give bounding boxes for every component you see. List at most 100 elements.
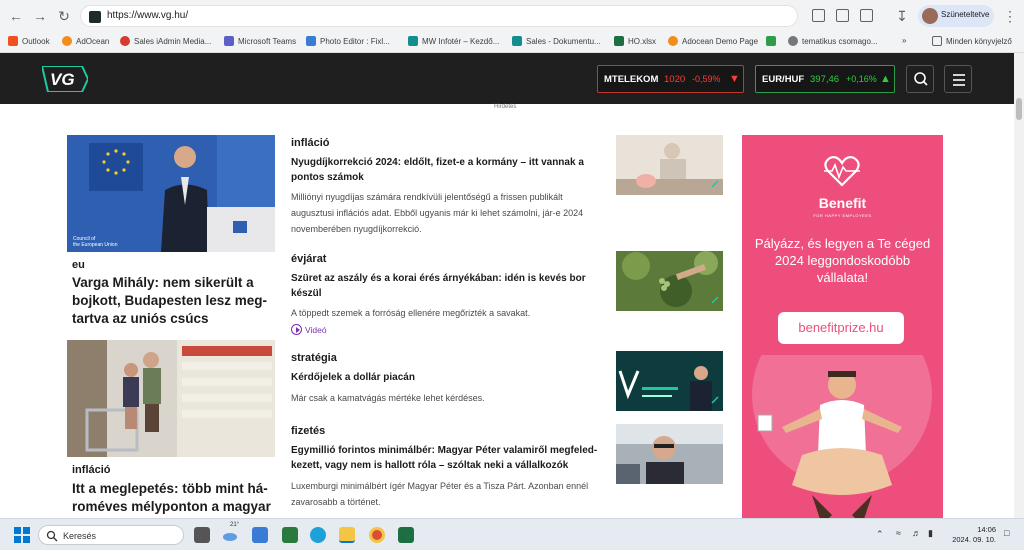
bookmark-item[interactable]: Sales iAdmin Media... bbox=[120, 36, 211, 46]
article-category[interactable]: fizetés bbox=[291, 425, 325, 437]
avatar bbox=[922, 8, 938, 24]
heart-logo-icon bbox=[824, 156, 860, 187]
excel-icon[interactable] bbox=[398, 527, 414, 543]
hamburger-icon bbox=[953, 74, 965, 86]
ticker-value: 397,46 bbox=[810, 74, 840, 85]
article-category[interactable]: eu bbox=[72, 259, 85, 271]
file-explorer-icon[interactable] bbox=[339, 527, 355, 543]
download-icon[interactable]: ↧ bbox=[894, 8, 910, 24]
search-button[interactable] bbox=[906, 65, 934, 93]
thumb-minimum-wage[interactable] bbox=[616, 424, 723, 484]
task-view-icon[interactable] bbox=[194, 527, 210, 543]
photo-illustration bbox=[67, 340, 275, 457]
search-icon bbox=[46, 530, 58, 542]
vg-logo[interactable]: VG bbox=[42, 66, 88, 92]
edge-icon[interactable] bbox=[310, 527, 326, 543]
ticker-name: EUR/HUF bbox=[762, 74, 805, 85]
article-category[interactable]: stratégia bbox=[291, 352, 337, 364]
article-title[interactable]: Szüret az aszály és a korai érés árnyéká… bbox=[291, 271, 591, 301]
site-favicon bbox=[89, 11, 101, 23]
bookmark-item[interactable]: MW Infotér – Kezdő... bbox=[408, 36, 499, 46]
bookmarks-bar: Outlook AdOcean Sales iAdmin Media... Mi… bbox=[0, 31, 1024, 53]
weather-temp: 21° bbox=[230, 522, 240, 528]
arrow-down-icon: ▼ bbox=[729, 73, 740, 85]
menu-dots-icon[interactable]: ⋮ bbox=[1002, 8, 1018, 24]
ad-tagline: FOR HAPPY EMPLOYEES bbox=[813, 213, 872, 218]
clock-time: 14:06 bbox=[977, 525, 996, 534]
search-icon bbox=[914, 72, 928, 86]
calculator-icon[interactable] bbox=[282, 527, 298, 543]
camera-icon[interactable] bbox=[812, 9, 825, 22]
profile-button[interactable]: Szüneteltetve bbox=[918, 5, 994, 27]
article-lead: Luxemburgi minimálbért ígér Magyar Péter… bbox=[291, 481, 589, 507]
weather-widget[interactable] bbox=[222, 527, 238, 543]
play-icon bbox=[291, 324, 302, 335]
ticker-change: +0,16% bbox=[846, 74, 877, 84]
thumb-vineyard[interactable] bbox=[616, 251, 723, 311]
bookmark-item[interactable]: Sales - Dokumentu... bbox=[512, 36, 601, 46]
bookmark-item[interactable]: HO.xlsx bbox=[614, 36, 656, 46]
ad-label: Hirdetés bbox=[494, 104, 517, 110]
photo-illustration: Council of the European Union bbox=[67, 135, 275, 252]
article-category[interactable]: évjárat bbox=[291, 253, 326, 265]
chevron-up-icon[interactable]: ⌃ bbox=[876, 529, 884, 540]
menu-button[interactable] bbox=[944, 65, 972, 93]
photo-illustration bbox=[616, 251, 723, 311]
arrow-up-icon: ▲ bbox=[880, 73, 891, 85]
ad-brand: Benefit bbox=[818, 195, 867, 211]
article-title[interactable]: Nyugdíjkorrekció 2024: eldőlt, fizet-e a… bbox=[291, 155, 591, 185]
photo-illustration bbox=[616, 351, 723, 411]
ticker-mtelekom[interactable]: MTELEKOM 1020 -0,59% ▼ bbox=[597, 65, 744, 93]
ticker-eurhuf[interactable]: EUR/HUF 397,46 +0,16% ▲ bbox=[755, 65, 895, 93]
extensions-icon[interactable] bbox=[860, 9, 873, 22]
photo-illustration bbox=[616, 424, 723, 484]
ad-headline: Pályázz, és legyen a Te céged 2024 leggo… bbox=[754, 236, 931, 285]
windows-start-icon[interactable] bbox=[14, 527, 30, 543]
bookmark-item[interactable]: Photo Editor : Fixl... bbox=[306, 36, 390, 46]
address-bar[interactable]: https://www.vg.hu/ bbox=[80, 5, 798, 27]
battery-icon[interactable]: ▮ bbox=[928, 528, 933, 539]
chrome-icon[interactable] bbox=[369, 527, 385, 543]
bookmark-item[interactable]: tematikus csomago... bbox=[788, 36, 878, 46]
bookmark-item[interactable]: Outlook bbox=[8, 36, 50, 46]
article-image-supermarket[interactable] bbox=[67, 340, 275, 457]
translate-icon[interactable] bbox=[836, 9, 849, 22]
page-scrollbar[interactable] bbox=[1014, 53, 1024, 518]
article-title[interactable]: Egymillió forintos minimálbér: Magyar Pé… bbox=[291, 443, 601, 473]
svg-text:the European Union: the European Union bbox=[73, 242, 118, 248]
windows-taskbar: Keresés 21° ⌃ ≈ ♬ ▮ 14:06 2024. 09. 10. … bbox=[0, 518, 1024, 550]
benefit-ad-banner[interactable]: Benefit FOR HAPPY EMPLOYEES Pályázz, és … bbox=[742, 135, 943, 518]
scrollbar-thumb[interactable] bbox=[1016, 98, 1022, 120]
thumb-pension[interactable] bbox=[616, 135, 723, 195]
bookmark-item[interactable]: Adocean Demo Page bbox=[668, 36, 758, 46]
forward-icon[interactable]: → bbox=[32, 8, 48, 24]
back-icon[interactable]: ← bbox=[8, 8, 24, 24]
clock-date: 2024. 09. 10. bbox=[952, 535, 996, 544]
logo-text: VG bbox=[50, 70, 75, 89]
address-url[interactable]: https://www.vg.hu/ bbox=[107, 10, 188, 21]
wifi-icon[interactable]: ≈ bbox=[896, 528, 901, 538]
article-image-varga[interactable]: Council of the European Union bbox=[67, 135, 275, 252]
bookmark-item[interactable] bbox=[766, 36, 780, 46]
profile-label: Szüneteltetve bbox=[941, 10, 990, 19]
reload-icon[interactable]: ↻ bbox=[56, 8, 72, 24]
photo-illustration bbox=[616, 135, 723, 195]
site-header: VG MTELEKOM 1020 -0,59% ▼ EUR/HUF 397,46… bbox=[0, 53, 1014, 104]
clock[interactable]: 14:06 2024. 09. 10. bbox=[950, 525, 996, 545]
thumb-strategy[interactable] bbox=[616, 351, 723, 411]
article-title[interactable]: Varga Mihály: nem sikerült a bojkott, Bu… bbox=[72, 274, 272, 328]
video-link[interactable]: Videó bbox=[291, 324, 327, 335]
article-title[interactable]: Kérdőjelek a dollár piacán bbox=[291, 370, 591, 385]
article-category[interactable]: infláció bbox=[72, 464, 111, 476]
bookmark-item[interactable]: Microsoft Teams bbox=[224, 36, 296, 46]
article-category[interactable]: infláció bbox=[291, 137, 330, 149]
app-icon[interactable] bbox=[252, 527, 268, 543]
all-bookmarks-folder[interactable]: Minden könyvjelző bbox=[932, 36, 1012, 46]
taskbar-search[interactable]: Keresés bbox=[38, 525, 184, 545]
notification-icon[interactable]: □ bbox=[1004, 528, 1009, 538]
ad-cta-button[interactable]: benefitprize.hu bbox=[778, 312, 904, 344]
article-title[interactable]: Itt a meglepetés: több mint há-roméves m… bbox=[72, 480, 272, 518]
bookmark-item[interactable]: AdOcean bbox=[62, 36, 109, 46]
speaker-icon[interactable]: ♬ bbox=[912, 528, 921, 538]
bookmarks-overflow[interactable]: » bbox=[902, 36, 906, 45]
